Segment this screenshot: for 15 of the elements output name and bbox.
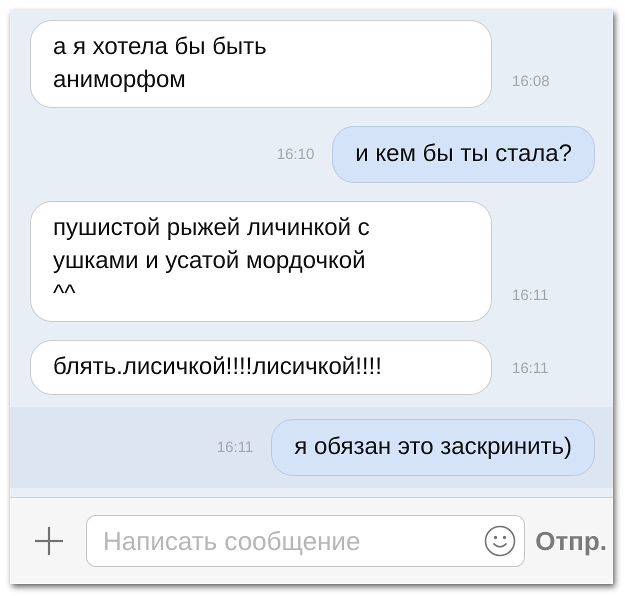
add-icon[interactable] [34,526,64,556]
smiley-icon[interactable] [484,525,516,557]
received-message: пушистой рыжей личинкой с ушками и усатой мордочкой ^^ [30,201,492,322]
sent-message: я обязан это заскринить) [271,419,595,476]
received-message: блять.лисичкой!!!!лисичкой!!!! [30,340,492,395]
message-time: 16:10 [276,146,314,163]
message-time: 16:11 [512,287,548,304]
message-time: 16:11 [512,360,548,377]
sent-message: и кем бы ты стала? [332,126,595,183]
message-time: 16:08 [512,73,550,90]
received-message: а я хотела бы быть аниморфом [30,20,492,108]
message-field[interactable]: Написать сообщение [86,515,526,567]
send-button[interactable]: Отпр. [535,526,613,556]
message-time: 16:11 [216,439,254,456]
message-input[interactable]: Написать сообщение [101,524,478,558]
